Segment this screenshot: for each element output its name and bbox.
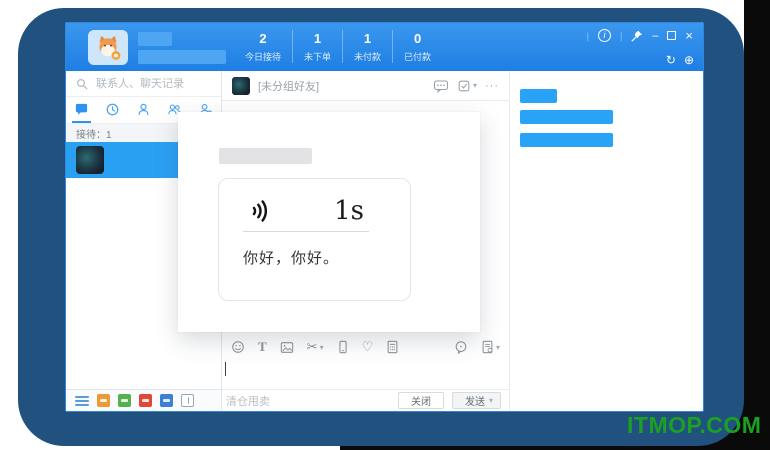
redacted-popup-title [219, 148, 312, 164]
stat-value: 0 [413, 31, 422, 46]
customer-info-panel [509, 71, 703, 411]
more-options-icon[interactable]: ··· [485, 80, 499, 91]
chat-bottom-bar: 清仓甩卖 关闭 发送 ▾ [222, 389, 509, 411]
tab-history[interactable] [103, 97, 122, 123]
chat-bubble-icon [75, 103, 88, 115]
clock-icon [106, 103, 119, 115]
site-watermark: ITMOP.COM [627, 412, 762, 438]
window-header: 2 今日接待 1 未下单 1 未付款 0 已付款 | i | – × ↻ ⊕ [66, 23, 703, 71]
voice-message-popup: 1s 你好，你好。 [178, 112, 480, 332]
sidebar-bottom-bar [66, 389, 221, 411]
chat-header-avatar[interactable] [232, 76, 250, 95]
person-icon [138, 103, 149, 115]
header-stats: 2 今日接待 1 未下单 1 未付款 0 已付款 [234, 30, 442, 63]
add-plus-icon[interactable]: ⊕ [684, 53, 694, 67]
stat-unpaid[interactable]: 1 未付款 [342, 30, 392, 63]
chat-header: [未分组好友] ▾ ··· [222, 71, 509, 101]
stat-value: 2 [259, 31, 267, 46]
text-format-icon[interactable]: T [258, 339, 267, 355]
calculator-icon[interactable] [386, 340, 399, 354]
stat-today-served[interactable]: 2 今日接待 [234, 30, 292, 63]
pin-icon[interactable] [631, 30, 643, 42]
controls-separator: | [586, 30, 589, 41]
stat-label: 今日接待 [245, 52, 282, 62]
search-row [66, 71, 221, 97]
draft-text[interactable]: 清仓甩卖 [226, 393, 390, 409]
maximize-button[interactable] [667, 31, 677, 40]
header-sub-actions: ↻ ⊕ [666, 53, 694, 67]
redacted-status-bar [138, 50, 226, 64]
document-settings-icon[interactable]: ▾ [481, 340, 500, 354]
redacted-username-bar [138, 32, 172, 46]
search-input[interactable] [94, 76, 211, 91]
refresh-icon[interactable]: ↻ [666, 53, 676, 67]
search-icon [76, 78, 88, 89]
menu-hamburger-icon[interactable] [75, 395, 89, 406]
stat-paid[interactable]: 0 已付款 [392, 30, 442, 63]
send-label: 发送 [464, 397, 485, 408]
caret-down-icon: ▾ [495, 342, 500, 352]
tab-conversations[interactable] [72, 97, 91, 123]
text-caret [225, 362, 226, 376]
stat-label: 未下单 [304, 52, 332, 62]
voice-card-divider [243, 231, 369, 232]
conversation-bubbles-icon[interactable] [433, 79, 449, 93]
stat-no-order[interactable]: 1 未下单 [292, 30, 342, 63]
user-avatar[interactable] [88, 30, 128, 65]
input-toolbar: T ✂ ▾ ♡ ▾ [222, 335, 509, 359]
caret-down-icon: ▾ [472, 81, 477, 90]
app-shortcut-icon-1[interactable] [97, 394, 110, 407]
app-shortcut-icon-2[interactable] [118, 394, 131, 407]
voice-waves-icon [252, 200, 268, 222]
app-shortcut-icon-4[interactable] [160, 394, 173, 407]
task-check-icon[interactable]: ▾ [457, 79, 477, 93]
caret-down-icon: ▾ [488, 396, 493, 405]
voice-transcript: 你好，你好。 [243, 250, 340, 267]
voice-duration: 1s [334, 196, 364, 226]
chat-header-actions: ▾ ··· [433, 79, 499, 93]
tab-contacts[interactable] [134, 97, 153, 123]
stat-label: 未付款 [354, 52, 382, 62]
buyer-avatar [76, 146, 104, 174]
window-controls: | i | – × [587, 29, 693, 42]
send-button[interactable]: 发送 ▾ [451, 392, 501, 409]
stat-value: 1 [363, 31, 372, 46]
caret-down-icon: ▾ [319, 342, 324, 352]
info-icon[interactable]: i [597, 29, 611, 42]
mobile-phone-icon[interactable] [337, 340, 349, 354]
redacted-info-bar [520, 110, 613, 124]
voice-row: 1s [247, 195, 364, 227]
chat-title: [未分组好友] [258, 80, 320, 93]
stat-value: 1 [313, 31, 322, 46]
mascot-avatar-icon [99, 35, 121, 60]
favorite-heart-icon[interactable]: ♡ [362, 340, 374, 354]
close-chat-button[interactable]: 关闭 [397, 392, 444, 409]
quick-reply-bubble-icon[interactable] [454, 340, 468, 354]
emoji-icon[interactable] [231, 340, 245, 354]
image-icon[interactable] [280, 341, 294, 354]
screenshot-scissors-icon[interactable]: ✂ ▾ [307, 340, 324, 354]
voice-message-card[interactable]: 1s 你好，你好。 [218, 178, 411, 301]
message-input[interactable] [222, 359, 509, 389]
controls-separator: | [619, 30, 623, 41]
redacted-info-bar [520, 89, 557, 103]
backdrop-black-column [744, 0, 770, 450]
stat-label: 已付款 [404, 52, 432, 62]
app-shortcut-icon-5[interactable] [181, 394, 194, 407]
minimize-button[interactable]: – [652, 30, 658, 41]
close-button[interactable]: × [685, 29, 693, 42]
redacted-info-bar [520, 133, 613, 147]
app-shortcut-icon-3[interactable] [139, 394, 152, 407]
